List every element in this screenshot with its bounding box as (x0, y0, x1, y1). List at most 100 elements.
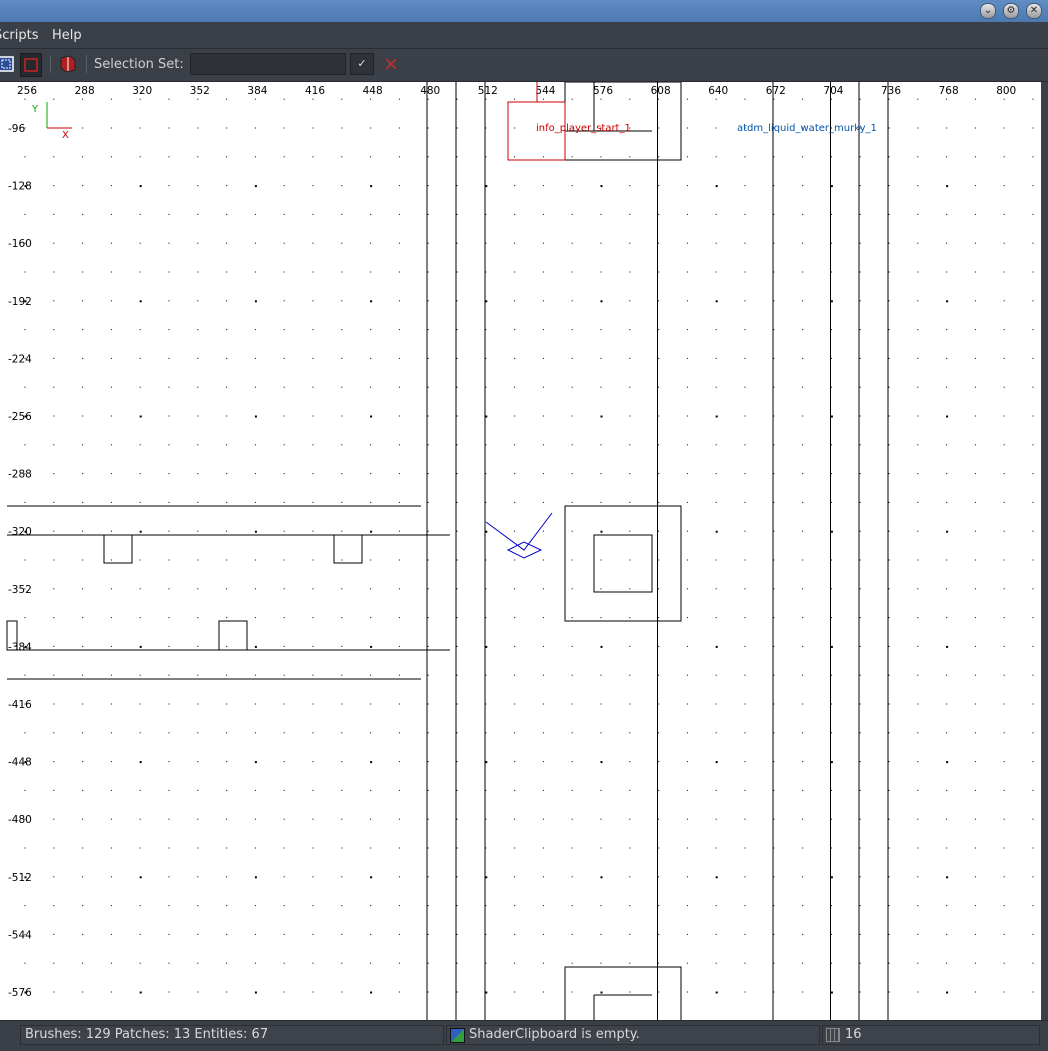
grid-dot (53, 617, 55, 619)
grid-dot (917, 847, 919, 849)
grid-dot (802, 473, 804, 475)
grid-dot (859, 645, 861, 647)
grid-dot (571, 271, 573, 273)
grid-dot (629, 818, 631, 820)
menu-scripts[interactable]: Scripts (0, 28, 38, 43)
grid-dot (542, 905, 544, 907)
grid-dot (341, 444, 343, 446)
grid-dot (629, 444, 631, 446)
grid-dot (82, 645, 84, 647)
model-icon[interactable] (58, 53, 78, 75)
selection-set-dropdown-button[interactable]: ✓ (350, 53, 374, 75)
grid-dot (629, 156, 631, 158)
menu-help[interactable]: Help (52, 28, 82, 43)
grid-dot (341, 501, 343, 503)
grid-dot (946, 674, 948, 676)
grid-dot (139, 213, 141, 215)
grid-dot (485, 818, 487, 820)
grid-dot (946, 761, 949, 764)
grid-dot (53, 732, 55, 734)
minimize-icon[interactable]: ⌄ (980, 3, 996, 19)
grid-dot (485, 127, 487, 129)
grid-dot (168, 876, 170, 878)
grid-dot (398, 271, 400, 273)
grid-dot (744, 271, 746, 273)
grid-dot (542, 415, 544, 417)
clear-selection-icon[interactable] (381, 53, 401, 75)
grid-dot (629, 789, 631, 791)
x-tick-label: 704 (823, 85, 843, 97)
grid-dot (917, 905, 919, 907)
grid-dot (859, 876, 861, 878)
grid-dot (571, 933, 573, 935)
grid-dot (24, 156, 26, 158)
grid-dot (24, 732, 26, 734)
grid-dot (802, 732, 804, 734)
grid-dot (53, 818, 55, 820)
grid-dot (341, 818, 343, 820)
grid-dot (888, 761, 890, 763)
grid-dot (542, 156, 544, 158)
grid-dot (859, 905, 861, 907)
selection-set-input[interactable] (190, 53, 346, 75)
grid-dot (514, 444, 516, 446)
grid-dot (542, 357, 544, 359)
grid-dot (254, 905, 256, 907)
grid-dot (917, 444, 919, 446)
grid-dot (139, 876, 142, 879)
grid-dot (312, 559, 314, 561)
grid-dot (974, 703, 976, 705)
grid-dot (53, 645, 55, 647)
grid-dot (110, 761, 112, 763)
grid-canvas[interactable]: 256 288 320 352 384 416 448 480 512 544 576 608 640 6… (0, 82, 1041, 1020)
grid-dot (254, 847, 256, 849)
grid-dot (830, 300, 833, 303)
grid-dot (830, 530, 833, 533)
grid-dot (658, 933, 660, 935)
grid-dot (485, 847, 487, 849)
grid-dot (686, 789, 688, 791)
grid-dot (283, 300, 285, 302)
grid-dot (571, 847, 573, 849)
grid-dot (686, 645, 688, 647)
grid-dot (686, 415, 688, 417)
axis-y-label: Y (31, 104, 39, 115)
grid-dot (859, 213, 861, 215)
grid-dot (744, 933, 746, 935)
status-counts: Brushes: 129 Patches: 13 Entities: 67 (20, 1025, 444, 1045)
grid-dot (226, 818, 228, 820)
grid-dot (485, 703, 487, 705)
grid-dot (485, 185, 488, 188)
grid-dot (888, 617, 890, 619)
grid-dot (226, 501, 228, 503)
grid-dot (686, 905, 688, 907)
maximize-icon[interactable]: ⚙ (1003, 3, 1019, 19)
grid-dot (312, 588, 314, 590)
grid-dot (629, 98, 631, 100)
select-entity-icon[interactable] (0, 53, 16, 75)
grid-dot (1032, 386, 1034, 388)
grid-dot (226, 559, 228, 561)
grid-dot (370, 156, 372, 158)
close-icon[interactable]: ✕ (1026, 3, 1042, 19)
grid-dot (859, 501, 861, 503)
grid-dot (427, 645, 429, 647)
y-tick-label: -384 (8, 641, 32, 653)
grid-dot (658, 876, 660, 878)
grid-dot (398, 242, 400, 244)
grid-dot (715, 98, 717, 100)
grid-dot (946, 98, 948, 100)
grid-dot (917, 674, 919, 676)
grid-dot (744, 473, 746, 475)
select-brush-icon[interactable] (20, 53, 42, 77)
grid-dot (600, 991, 603, 994)
grid-dot (82, 98, 84, 100)
grid-dot (744, 213, 746, 215)
grid-dot (686, 386, 688, 388)
grid-dot (82, 818, 84, 820)
grid-dot (1003, 473, 1005, 475)
grid-dot (773, 876, 775, 878)
grid-dot (398, 386, 400, 388)
ortho-viewport[interactable]: 256 288 320 352 384 416 448 480 512 544 576 608 640 6… (0, 82, 1041, 1020)
grid-dot (658, 703, 660, 705)
